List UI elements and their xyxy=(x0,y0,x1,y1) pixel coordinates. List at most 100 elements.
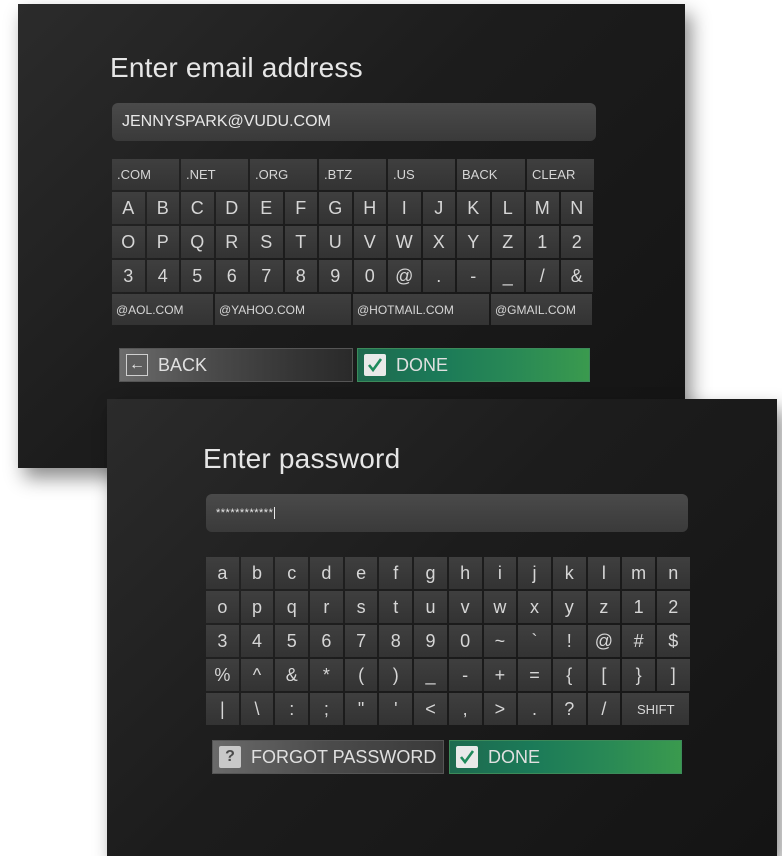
character-key[interactable]: o xyxy=(206,591,239,623)
character-key[interactable]: & xyxy=(560,260,593,292)
character-key[interactable]: j xyxy=(518,557,551,589)
character-key[interactable]: 0 xyxy=(448,625,482,657)
character-key[interactable]: ' xyxy=(379,693,413,725)
character-key[interactable]: 7 xyxy=(250,260,283,292)
email-provider-key[interactable]: @AOL.COM xyxy=(112,294,213,325)
character-key[interactable]: ] xyxy=(656,659,690,691)
character-key[interactable]: l xyxy=(587,557,621,589)
character-key[interactable]: h xyxy=(448,557,482,589)
character-key[interactable]: E xyxy=(250,192,283,224)
shift-key[interactable]: SHIFT xyxy=(622,693,690,725)
password-input[interactable]: ************ xyxy=(206,494,688,532)
character-key[interactable]: v xyxy=(448,591,482,623)
character-key[interactable]: B xyxy=(146,192,179,224)
character-key[interactable]: b xyxy=(240,557,274,589)
character-key[interactable]: | xyxy=(206,693,239,725)
domain-key[interactable]: .ORG xyxy=(250,159,317,190)
character-key[interactable]: } xyxy=(622,659,655,691)
character-key[interactable]: { xyxy=(552,659,586,691)
character-key[interactable]: - xyxy=(457,260,490,292)
character-key[interactable]: 5 xyxy=(275,625,309,657)
character-key[interactable]: % xyxy=(206,659,239,691)
forgot-password-button[interactable]: ? FORGOT PASSWORD xyxy=(212,740,444,774)
character-key[interactable]: J xyxy=(422,192,455,224)
character-key[interactable]: k xyxy=(552,557,586,589)
password-done-button[interactable]: DONE xyxy=(449,740,682,774)
character-key[interactable]: @ xyxy=(587,625,621,657)
character-key[interactable]: 9 xyxy=(319,260,352,292)
character-key[interactable]: . xyxy=(422,260,455,292)
character-key[interactable]: _ xyxy=(414,659,447,691)
character-key[interactable]: Y xyxy=(457,226,490,258)
character-key[interactable]: = xyxy=(518,659,551,691)
character-key[interactable]: w xyxy=(483,591,517,623)
character-key[interactable]: s xyxy=(344,591,378,623)
character-key[interactable]: . xyxy=(518,693,551,725)
character-key[interactable]: F xyxy=(284,192,317,224)
character-key[interactable]: f xyxy=(379,557,413,589)
character-key[interactable]: 0 xyxy=(353,260,386,292)
character-key[interactable]: i xyxy=(483,557,517,589)
character-key[interactable]: @ xyxy=(388,260,421,292)
character-key[interactable]: ! xyxy=(552,625,586,657)
domain-key[interactable]: .US xyxy=(388,159,455,190)
character-key[interactable]: m xyxy=(622,557,655,589)
character-key[interactable]: : xyxy=(275,693,309,725)
character-key[interactable]: [ xyxy=(587,659,621,691)
character-key[interactable]: R xyxy=(215,226,248,258)
character-key[interactable]: q xyxy=(275,591,309,623)
character-key[interactable]: p xyxy=(240,591,274,623)
character-key[interactable]: V xyxy=(353,226,386,258)
character-key[interactable]: ; xyxy=(310,693,343,725)
character-key[interactable]: 2 xyxy=(560,226,593,258)
character-key[interactable]: x xyxy=(518,591,551,623)
character-key[interactable]: 7 xyxy=(344,625,378,657)
character-key[interactable]: 2 xyxy=(656,591,690,623)
character-key[interactable]: P xyxy=(146,226,179,258)
character-key[interactable]: r xyxy=(310,591,343,623)
character-key[interactable]: K xyxy=(457,192,490,224)
character-key[interactable]: T xyxy=(284,226,317,258)
character-key[interactable]: * xyxy=(310,659,343,691)
character-key[interactable]: D xyxy=(215,192,248,224)
character-key[interactable]: / xyxy=(587,693,621,725)
character-key[interactable]: \ xyxy=(240,693,274,725)
character-key[interactable]: d xyxy=(310,557,343,589)
email-provider-key[interactable]: @YAHOO.COM xyxy=(215,294,351,325)
character-key[interactable]: 1 xyxy=(622,591,655,623)
character-key[interactable]: M xyxy=(526,192,559,224)
character-key[interactable]: < xyxy=(414,693,447,725)
domain-key[interactable]: BACK xyxy=(457,159,525,190)
character-key[interactable]: g xyxy=(414,557,447,589)
back-button[interactable]: ← BACK xyxy=(119,348,353,382)
character-key[interactable]: t xyxy=(379,591,413,623)
character-key[interactable]: 4 xyxy=(240,625,274,657)
character-key[interactable]: ? xyxy=(552,693,586,725)
character-key[interactable]: 3 xyxy=(112,260,145,292)
character-key[interactable]: 8 xyxy=(379,625,413,657)
character-key[interactable]: H xyxy=(353,192,386,224)
email-provider-key[interactable]: @GMAIL.COM xyxy=(491,294,592,325)
character-key[interactable]: 9 xyxy=(414,625,447,657)
character-key[interactable]: U xyxy=(319,226,352,258)
domain-key[interactable]: .BTZ xyxy=(319,159,386,190)
character-key[interactable]: C xyxy=(181,192,214,224)
character-key[interactable]: X xyxy=(422,226,455,258)
character-key[interactable]: - xyxy=(448,659,482,691)
domain-key[interactable]: CLEAR xyxy=(527,159,594,190)
character-key[interactable]: Q xyxy=(181,226,214,258)
character-key[interactable]: / xyxy=(526,260,559,292)
character-key[interactable]: W xyxy=(388,226,421,258)
character-key[interactable]: ) xyxy=(379,659,413,691)
email-input[interactable]: JENNYSPARK@VUDU.COM xyxy=(112,103,596,141)
character-key[interactable]: ( xyxy=(344,659,378,691)
character-key[interactable]: L xyxy=(491,192,524,224)
character-key[interactable]: $ xyxy=(656,625,690,657)
character-key[interactable]: " xyxy=(344,693,378,725)
character-key[interactable]: 1 xyxy=(526,226,559,258)
character-key[interactable]: ~ xyxy=(483,625,517,657)
character-key[interactable]: G xyxy=(319,192,352,224)
character-key[interactable]: 3 xyxy=(206,625,239,657)
character-key[interactable]: + xyxy=(483,659,517,691)
character-key[interactable]: ^ xyxy=(240,659,274,691)
